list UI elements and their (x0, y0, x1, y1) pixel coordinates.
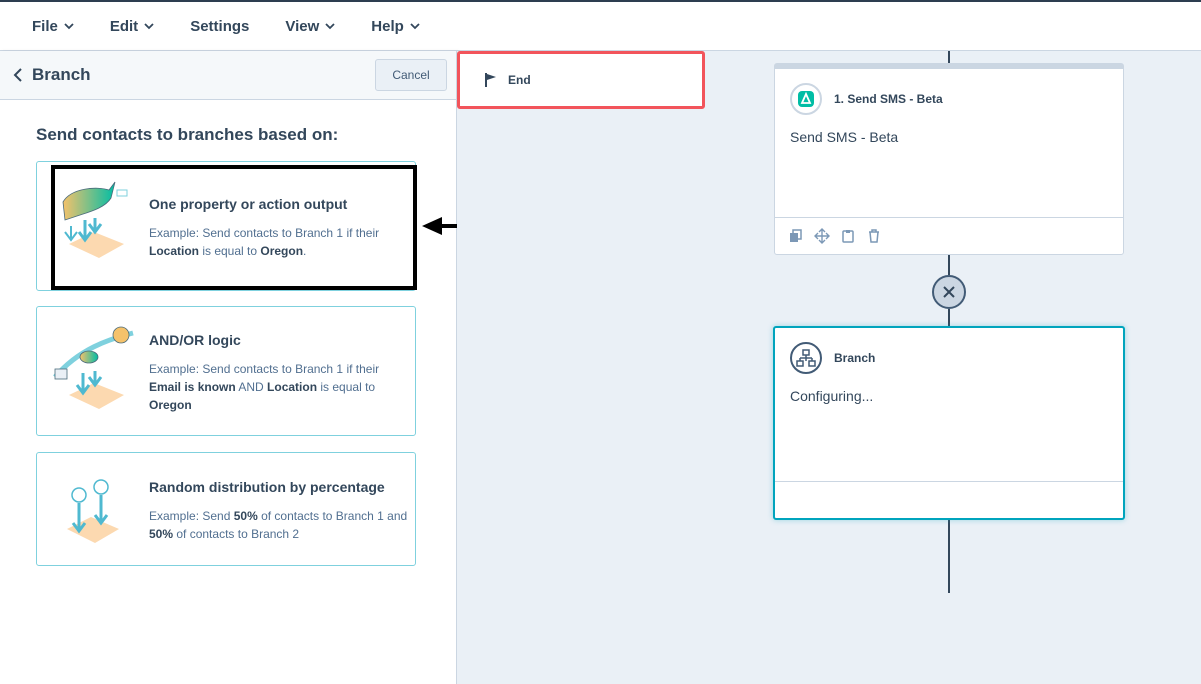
end-label: End (508, 73, 531, 87)
remove-action-button[interactable] (932, 275, 966, 309)
connector-line (948, 309, 950, 326)
menu-view-label: View (285, 17, 320, 35)
section-title: Send contacts to branches based on: (36, 125, 339, 144)
option-description: Example: Send contacts to Branch 1 if th… (149, 362, 380, 412)
option-title: AND/OR logic (149, 332, 241, 348)
sms-action-card[interactable]: 1. Send SMS - Beta Send SMS - Beta (774, 63, 1124, 255)
copy-icon[interactable] (787, 227, 805, 245)
menu-settings[interactable]: Settings (172, 2, 267, 50)
logic-illustration-icon (53, 326, 134, 409)
option-description: Example: Send 50% of contacts to Branch … (149, 509, 408, 541)
flag-icon (485, 73, 496, 87)
trash-icon[interactable] (865, 227, 883, 245)
chevron-down-icon (144, 23, 154, 30)
chevron-down-icon (64, 23, 74, 30)
menu-file-label: File (32, 17, 58, 35)
menu-edit[interactable]: Edit (92, 2, 172, 50)
card-title: 1. Send SMS - Beta (834, 92, 943, 106)
cancel-button[interactable]: Cancel (375, 59, 447, 91)
highlight-annotation-box (51, 165, 417, 290)
card-footer (775, 481, 1123, 518)
menu-bar: File Edit Settings View Help (0, 0, 1201, 51)
move-icon[interactable] (813, 227, 831, 245)
panel-header: Branch Cancel (0, 51, 456, 100)
branch-panel: Branch Cancel Send contacts to branches … (0, 51, 457, 684)
clipboard-icon[interactable] (839, 227, 857, 245)
menu-help[interactable]: Help (353, 2, 438, 50)
sms-icon (790, 83, 822, 115)
connector-line (948, 520, 950, 593)
card-header: 1. Send SMS - Beta (775, 69, 1123, 129)
card-toolbar (775, 217, 1123, 254)
branch-icon (790, 342, 822, 374)
option-title: Random distribution by percentage (149, 479, 385, 495)
card-header: Branch (775, 328, 1123, 388)
menu-file[interactable]: File (14, 2, 92, 50)
chevron-down-icon (325, 23, 335, 30)
menu-view[interactable]: View (267, 2, 353, 50)
workflow-canvas[interactable]: 1. Send SMS - Beta Send SMS - Beta Branc… (457, 51, 1201, 684)
card-title: Branch (834, 351, 876, 365)
chevron-left-icon (13, 68, 22, 82)
menu-settings-label: Settings (190, 17, 250, 35)
branch-action-card[interactable]: Branch Configuring... (773, 326, 1125, 520)
option-and-or-logic[interactable]: AND/OR logic Example: Send contacts to B… (36, 306, 416, 436)
chevron-down-icon (410, 23, 420, 30)
menu-help-label: Help (371, 17, 404, 35)
percentage-illustration-icon (67, 479, 119, 543)
card-body: Send SMS - Beta (790, 129, 899, 145)
connector-line (948, 51, 950, 63)
card-body: Configuring... (790, 388, 874, 404)
menu-edit-label: Edit (109, 17, 139, 35)
panel-title: Branch (32, 65, 91, 84)
close-icon (943, 286, 955, 298)
end-card[interactable]: End (457, 51, 705, 109)
option-random-distribution[interactable]: Random distribution by percentage Exampl… (36, 452, 416, 566)
back-button[interactable]: Branch (12, 65, 91, 85)
connector-line (948, 255, 950, 275)
